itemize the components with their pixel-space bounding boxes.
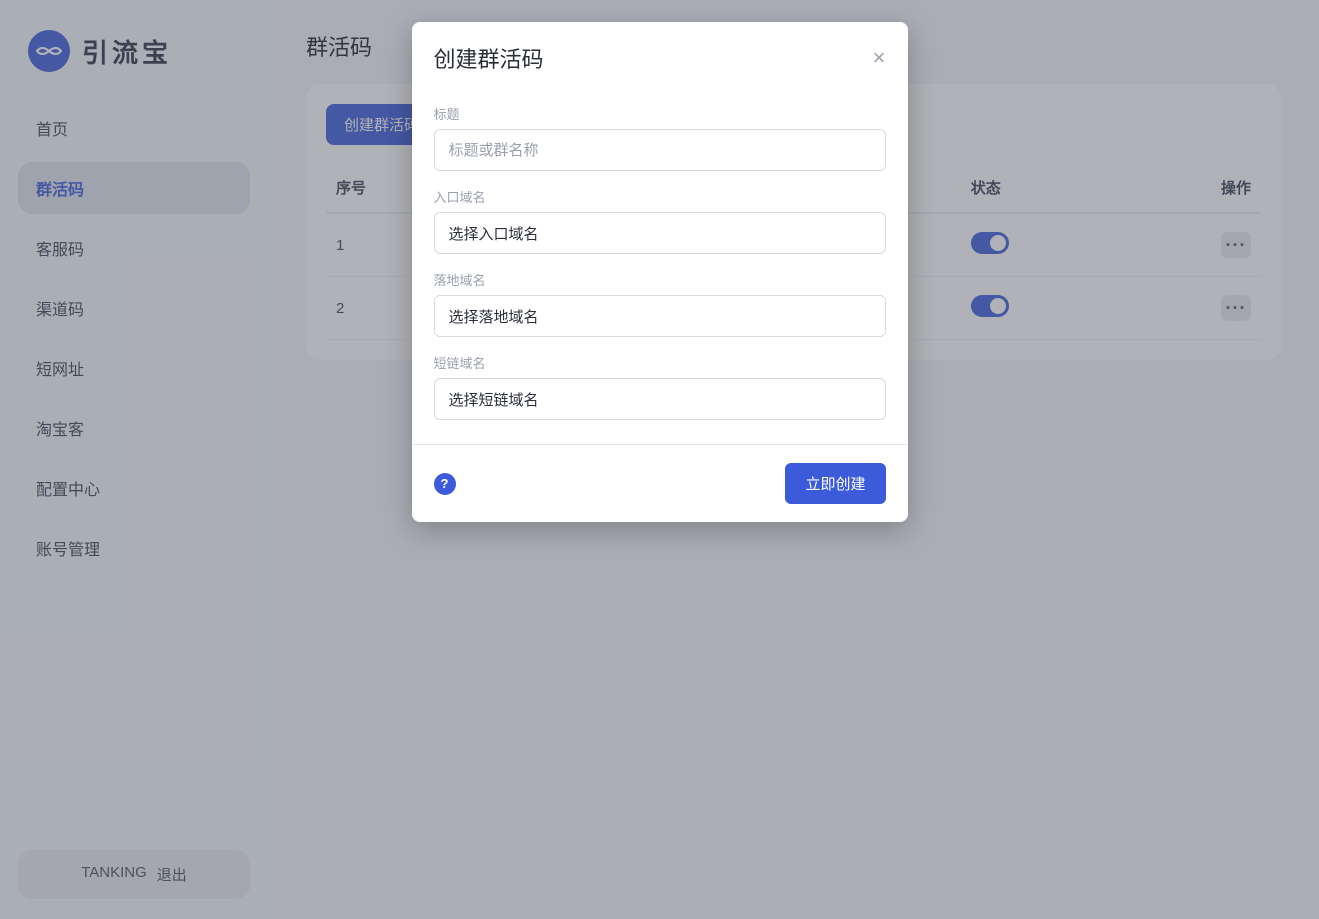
landing-domain-select[interactable]: 选择落地域名	[434, 295, 886, 337]
shortlink-domain-label: 短链域名	[434, 353, 886, 372]
title-label: 标题	[434, 104, 886, 123]
shortlink-domain-select[interactable]: 选择短链域名	[434, 378, 886, 420]
modal-overlay[interactable]: 创建群活码 × 标题 入口域名 选择入口域名 落地域名 选择落地域名 短链域名 …	[0, 0, 1319, 919]
help-icon[interactable]: ?	[434, 473, 456, 495]
modal-header: 创建群活码 ×	[412, 22, 908, 90]
create-groupcode-modal: 创建群活码 × 标题 入口域名 选择入口域名 落地域名 选择落地域名 短链域名 …	[412, 22, 908, 522]
landing-domain-label: 落地域名	[434, 270, 886, 289]
close-icon[interactable]: ×	[873, 45, 886, 71]
entry-domain-label: 入口域名	[434, 187, 886, 206]
modal-title: 创建群活码	[434, 42, 544, 74]
title-input[interactable]	[434, 129, 886, 171]
submit-button[interactable]: 立即创建	[785, 463, 885, 504]
modal-body: 标题 入口域名 选择入口域名 落地域名 选择落地域名 短链域名 选择短链域名	[412, 90, 908, 445]
entry-domain-select[interactable]: 选择入口域名	[434, 212, 886, 254]
modal-footer: ? 立即创建	[412, 445, 908, 522]
